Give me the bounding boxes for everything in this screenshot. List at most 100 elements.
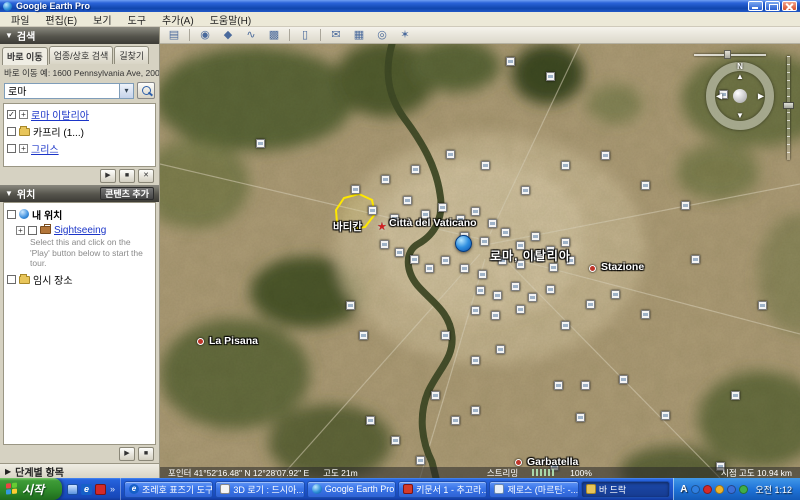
placemark-star-icon[interactable]: ★ — [377, 220, 387, 233]
tree-item-temporary-places[interactable]: 임시 장소 — [4, 271, 155, 289]
pan-up-arrow-icon[interactable]: ▲ — [736, 72, 744, 81]
photo-icon[interactable] — [359, 331, 368, 340]
task-button-browser[interactable]: e조레호 표즈기 도구... — [124, 481, 213, 498]
task-button-3d[interactable]: 3D 로기 : 드시아... — [215, 481, 304, 498]
quick-launch-chevron-icon[interactable]: » — [110, 484, 115, 494]
navigation-compass[interactable]: N ▲ ▼ ◀ ▶ — [706, 62, 774, 130]
maximize-button[interactable] — [765, 1, 780, 11]
menu-item-1[interactable]: 편집(E) — [38, 12, 84, 27]
expander-icon[interactable]: + — [19, 144, 28, 153]
photo-icon[interactable] — [395, 248, 404, 257]
photo-icon[interactable] — [451, 416, 460, 425]
photo-icon[interactable] — [691, 255, 700, 264]
photo-icon[interactable] — [471, 356, 480, 365]
photo-icon[interactable] — [481, 161, 490, 170]
ie-quicklaunch-icon[interactable]: e — [81, 484, 92, 495]
checkbox[interactable]: ✓ — [7, 110, 16, 119]
add-content-button[interactable]: 콘텐츠 추가 — [100, 187, 154, 200]
task-button-document[interactable]: 키문서 1 - 추고라... — [398, 481, 487, 498]
photo-icon[interactable] — [491, 311, 500, 320]
add-image-overlay-icon[interactable]: ▩ — [266, 28, 282, 43]
photo-icon[interactable] — [601, 151, 610, 160]
tab-2[interactable]: 길찾기 — [114, 46, 149, 64]
tray-alarm-icon[interactable] — [715, 485, 724, 494]
search-result-row[interactable]: +그리스 — [4, 140, 155, 157]
layers-panel-header[interactable]: ▶ 단계별 항목 — [0, 463, 159, 478]
task-button-folder[interactable]: 바 드락 — [581, 481, 670, 498]
photo-icon[interactable] — [410, 255, 419, 264]
play-tour-button[interactable]: ▶ — [119, 447, 135, 461]
photo-icon[interactable] — [611, 290, 620, 299]
checkbox[interactable] — [7, 275, 16, 284]
ruler-icon[interactable]: ▯ — [297, 28, 313, 43]
minimize-button[interactable] — [748, 1, 763, 11]
search-input[interactable]: 로마 ▾ — [4, 83, 134, 99]
task-button-zeros[interactable]: 제로스 (마르틴: -... — [489, 481, 578, 498]
tilt-slider[interactable] — [694, 50, 766, 59]
start-button[interactable]: 시작 — [0, 478, 62, 500]
photo-icon[interactable] — [488, 219, 497, 228]
photo-icon[interactable] — [493, 291, 502, 300]
photo-icon[interactable] — [471, 207, 480, 216]
place-dot-marker[interactable] — [515, 459, 522, 466]
photo-icon[interactable] — [546, 285, 555, 294]
add-polygon-icon[interactable]: ◆ — [220, 28, 236, 43]
photo-icon[interactable] — [391, 436, 400, 445]
stop-results-button[interactable]: ■ — [119, 169, 135, 183]
photo-icon[interactable] — [506, 57, 515, 66]
photo-icon[interactable] — [521, 186, 530, 195]
photo-icon[interactable] — [438, 203, 447, 212]
tree-item-my-places[interactable]: 내 위치 — [4, 205, 155, 223]
search-result-label[interactable]: 그리스 — [31, 141, 59, 156]
tray-sync-icon[interactable] — [727, 485, 736, 494]
pan-left-arrow-icon[interactable]: ◀ — [716, 92, 722, 101]
add-placemark-icon[interactable]: ◉ — [197, 28, 213, 43]
menu-item-0[interactable]: 파일 — [4, 12, 36, 27]
tray-green-icon[interactable] — [739, 485, 748, 494]
menu-item-5[interactable]: 도움말(H) — [203, 12, 258, 27]
email-icon[interactable]: ✉ — [328, 28, 344, 43]
expander-icon[interactable]: + — [19, 110, 28, 119]
photo-icon[interactable] — [471, 306, 480, 315]
search-result-label[interactable]: 카프리 (1...) — [33, 124, 84, 139]
photo-icon[interactable] — [661, 411, 670, 420]
photo-icon[interactable] — [366, 416, 375, 425]
photo-icon[interactable] — [641, 310, 650, 319]
photo-icon[interactable] — [561, 161, 570, 170]
photo-icon[interactable] — [441, 331, 450, 340]
pan-right-arrow-icon[interactable]: ▶ — [758, 92, 764, 101]
photo-icon[interactable] — [256, 139, 265, 148]
add-path-icon[interactable]: ∿ — [243, 28, 259, 43]
view-in-maps-icon[interactable]: ◎ — [374, 28, 390, 43]
search-result-row[interactable]: 카프리 (1...) — [4, 123, 155, 140]
menu-item-2[interactable]: 보기 — [86, 12, 118, 27]
photo-icon[interactable] — [511, 282, 520, 291]
photo-icon[interactable] — [380, 240, 389, 249]
photo-icon[interactable] — [460, 264, 469, 273]
photo-icon[interactable] — [549, 263, 558, 272]
photo-icon[interactable] — [403, 196, 412, 205]
search-panel-header[interactable]: ▼ 검색 — [0, 27, 159, 44]
checkbox[interactable] — [7, 210, 16, 219]
zoom-slider[interactable] — [783, 56, 794, 160]
photo-icon[interactable] — [368, 206, 377, 215]
photo-icon[interactable] — [619, 375, 628, 384]
print-icon[interactable]: ▦ — [351, 28, 367, 43]
photo-icon[interactable] — [501, 228, 510, 237]
photo-icon[interactable] — [431, 391, 440, 400]
search-result-label[interactable]: 로마 이탈리아 — [31, 107, 89, 122]
menu-item-4[interactable]: 추가(A) — [155, 12, 201, 27]
search-result-row[interactable]: ✓+로마 이탈리아 — [4, 106, 155, 123]
photo-icon[interactable] — [351, 185, 360, 194]
photo-icon[interactable] — [586, 300, 595, 309]
photo-icon[interactable] — [425, 264, 434, 273]
tree-item-sightseeing[interactable]: + Sightseeing — [4, 223, 155, 237]
pan-down-arrow-icon[interactable]: ▼ — [736, 111, 744, 120]
tilt-slider-thumb[interactable] — [724, 50, 731, 59]
menu-item-3[interactable]: 도구 — [121, 12, 153, 27]
compass-center-knob[interactable] — [733, 89, 747, 103]
photo-icon[interactable] — [531, 232, 540, 241]
photo-icon[interactable] — [411, 165, 420, 174]
photo-icon[interactable] — [554, 381, 563, 390]
photo-icon[interactable] — [346, 301, 355, 310]
